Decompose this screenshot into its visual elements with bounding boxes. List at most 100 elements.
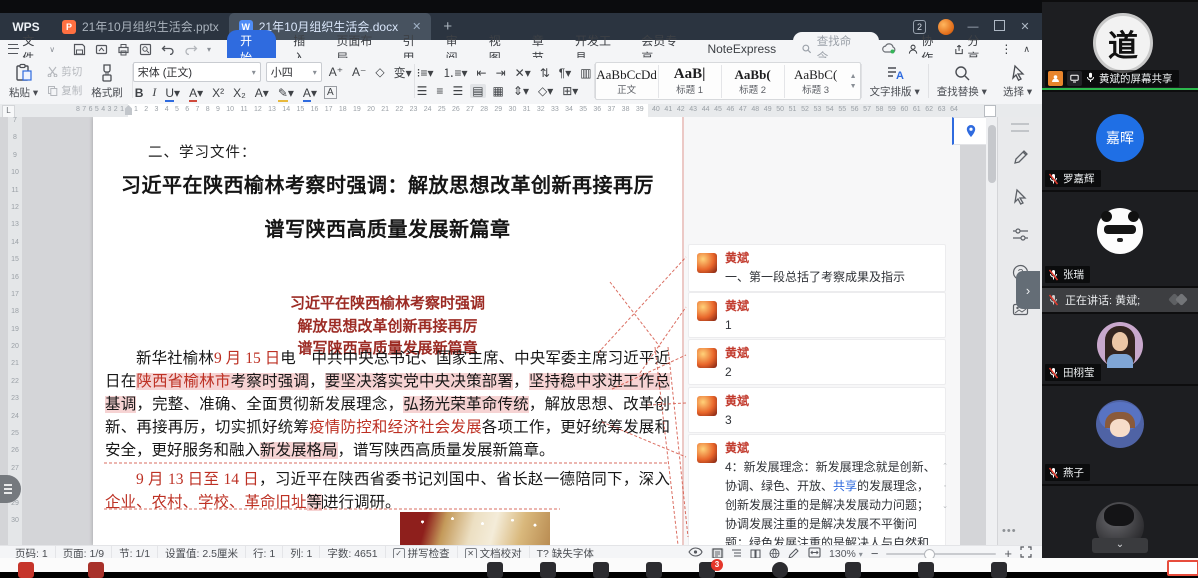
decrease-font-icon[interactable]: A⁻ <box>350 65 368 79</box>
char-border-icon[interactable]: A <box>323 86 337 99</box>
font-color-icon[interactable]: A▾ <box>301 85 319 102</box>
taskbar-app-icon[interactable] <box>918 562 934 578</box>
adjust-sliders-icon[interactable] <box>1012 227 1029 247</box>
document-scrollbar[interactable] <box>986 117 997 545</box>
shading-icon[interactable]: ◇▾ <box>536 84 555 98</box>
align-right-icon[interactable]: ☰ <box>450 84 465 98</box>
cut-button[interactable]: 剪切 <box>47 64 82 79</box>
panel-drag-handle[interactable] <box>1011 123 1029 132</box>
taskbar-app-icon[interactable] <box>646 562 662 578</box>
video-tile-participant[interactable]: 嘉晖 罗嘉辉 <box>1042 92 1198 190</box>
tab-pptx[interactable]: P 21年10月组织生活会.pptx <box>52 13 229 40</box>
decrease-indent-icon[interactable]: ⇤ <box>475 66 489 80</box>
taskbar-app-icon[interactable] <box>88 562 104 578</box>
numbered-list-icon[interactable]: ⒈≡▾ <box>441 64 470 81</box>
scrollbar-thumb[interactable] <box>987 125 996 183</box>
undo-icon[interactable] <box>161 43 175 55</box>
distribute-icon[interactable]: ▦ <box>491 84 506 98</box>
font-name-select[interactable]: 宋体 (正文) ▾ <box>132 62 261 82</box>
ruler-toggle-icon[interactable] <box>984 105 996 117</box>
video-tile-participant[interactable]: 张瑞 <box>1042 192 1198 286</box>
clear-format-icon[interactable]: ◇ <box>373 65 386 79</box>
select-button[interactable]: 选择 ▾ <box>995 58 1040 104</box>
taskbar-app-icon[interactable] <box>487 562 503 578</box>
comment-card[interactable]: 黄斌 1 <box>688 292 946 338</box>
increase-indent-icon[interactable]: ⇥ <box>494 66 508 80</box>
phonetic-guide-icon[interactable]: 变▾ <box>392 64 414 81</box>
text-effects-icon[interactable]: A▾ <box>253 86 271 100</box>
paste-button[interactable]: 粘贴 ▾ <box>6 63 41 100</box>
border-icon[interactable]: ⊞▾ <box>560 84 580 98</box>
collapse-tiles-button[interactable]: ⌄ <box>1092 538 1148 553</box>
increase-font-icon[interactable]: A⁺ <box>327 65 345 79</box>
minimize-button[interactable]: — <box>966 21 980 33</box>
taskbar-app-icon[interactable] <box>845 562 861 578</box>
text-layout-button[interactable]: A 文字排版 ▾ <box>862 58 928 104</box>
quickbar-more-icon[interactable]: ▾ <box>207 45 211 54</box>
highlight-color-icon[interactable]: ✎▾ <box>276 85 296 102</box>
subscript-icon[interactable]: X₂ <box>231 86 248 100</box>
taskbar-app-icon[interactable] <box>540 562 556 578</box>
strikethrough-icon[interactable]: A▾ <box>187 85 205 102</box>
save-icon[interactable] <box>73 43 86 56</box>
document-page[interactable]: 二、学习文件： 习近平在陕西榆林考察时强调：解放思想改革创新再接再厉 谱写陕西高… <box>93 117 682 545</box>
bold-icon[interactable]: B <box>133 86 146 100</box>
video-tile-presenter[interactable]: 道 黄斌的屏幕共享 <box>1042 2 1198 90</box>
ink-pen-icon[interactable] <box>1012 149 1029 171</box>
horizontal-ruler[interactable]: L 87654321 1 2 3 4 5 6 7 8 9 10 11 12 13 14 15 16 17 18 19… <box>0 104 1042 118</box>
ruler-number: 8 <box>13 134 17 142</box>
style-heading3[interactable]: AaBbC(标题 3 <box>785 65 847 98</box>
more-menu-icon[interactable]: ⋮ <box>1000 42 1012 56</box>
ruler-number: 3 <box>154 106 159 113</box>
comment-text-run[interactable]: 共享 <box>833 479 857 493</box>
styles-up-icon[interactable]: ▲ <box>850 73 857 80</box>
comment-card[interactable]: 黄斌 4：新发展理念：新发展理念就是创新、协调、绿色、开放、共享的发展理念，创新发… <box>688 434 946 545</box>
taskbar-app-icon[interactable] <box>593 562 609 578</box>
taskbar-app-icon[interactable] <box>18 562 34 578</box>
align-left-icon[interactable]: ☰ <box>415 84 430 98</box>
select-cursor-icon[interactable] <box>1013 188 1028 210</box>
justify-icon[interactable]: ▤ <box>470 84 486 98</box>
superscript-icon[interactable]: X² <box>210 86 226 100</box>
video-tile-participant[interactable]: 燕子 <box>1042 386 1198 484</box>
comment-card[interactable]: 黄斌 3 <box>688 387 946 433</box>
show-marks-icon[interactable]: ¶▾ <box>557 66 573 80</box>
print-icon[interactable] <box>117 43 130 56</box>
format-painter-button[interactable]: 格式刷 <box>88 63 126 100</box>
more-options-dots[interactable]: ••• <box>1002 525 1017 537</box>
bullet-list-icon[interactable]: ⁝≡▾ <box>415 66 436 80</box>
italic-icon[interactable]: I <box>150 85 158 100</box>
underline-icon[interactable]: U▾ <box>163 85 182 102</box>
align-center-icon[interactable]: ≡ <box>434 84 445 98</box>
redo-icon[interactable] <box>184 43 198 55</box>
font-size-select[interactable]: 小四 ▾ <box>265 62 322 82</box>
collapse-ribbon-icon[interactable]: ∧ <box>1023 44 1030 55</box>
inline-photo[interactable] <box>400 512 550 545</box>
taskbar-app-icon[interactable] <box>772 562 788 578</box>
ruler-number: 40 <box>652 106 660 113</box>
style-normal[interactable]: AaBbCcDd 正文 <box>596 64 659 98</box>
style-heading2[interactable]: AaBb(标题 2 <box>722 64 785 98</box>
comment-locate-button[interactable] <box>952 117 988 145</box>
styles-down-icon[interactable]: ▼ <box>850 83 857 90</box>
copy-button[interactable]: 复制 <box>47 83 82 98</box>
asian-layout-icon[interactable]: ✕▾ <box>513 66 533 80</box>
line-spacing-icon[interactable]: ⇕▾ <box>511 84 531 98</box>
comments-mini-scrollbar[interactable]: ⌃ ◦ ⌄ <box>941 457 949 543</box>
cloud-sync-icon[interactable] <box>881 42 897 57</box>
meeting-control-button[interactable] <box>1167 560 1198 576</box>
video-tile-participant[interactable]: 田栩莹 <box>1042 314 1198 384</box>
comment-card[interactable]: 黄斌 一、第一段总括了考察成果及指示 <box>688 244 946 292</box>
taskbar-app-icon[interactable] <box>991 562 1007 578</box>
zoom-slider[interactable] <box>886 548 997 560</box>
columns-icon[interactable]: ▥ <box>578 66 593 80</box>
style-heading1[interactable]: AaB| 标题 1 <box>659 64 722 98</box>
comment-card[interactable]: 黄斌 2 <box>688 339 946 385</box>
ribbon-tab-noteexpress[interactable]: NoteExpress <box>698 40 785 58</box>
export-icon[interactable] <box>95 43 108 56</box>
preview-icon[interactable] <box>139 43 152 56</box>
sort-icon[interactable]: ⇅ <box>538 66 552 80</box>
panel-collapse-tab[interactable]: › <box>1016 271 1040 309</box>
video-tile-participant[interactable]: ⌄ <box>1042 486 1198 558</box>
find-replace-button[interactable]: 查找替换 ▾ <box>929 58 995 104</box>
